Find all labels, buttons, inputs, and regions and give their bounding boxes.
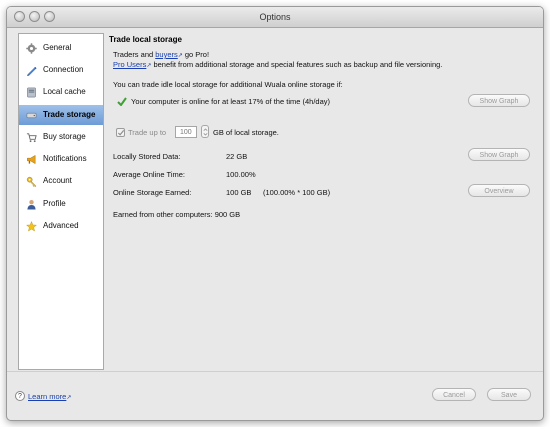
avg-online-value: 100.00% <box>226 170 256 179</box>
sidebar-item-label: Local cache <box>43 87 86 96</box>
checkbox-check-icon <box>117 129 125 136</box>
stepper-arrows-icon <box>203 128 208 136</box>
online-status-text: Your computer is online for at least 17%… <box>131 97 330 106</box>
pro-line: Pro Users↗ benefit from additional stora… <box>113 60 442 69</box>
pro-suffix: benefit from additional storage and spec… <box>151 60 443 69</box>
sidebar-item-notifications[interactable]: Notifications <box>19 149 103 169</box>
sidebar: General Connection Local cache Trade sto… <box>18 33 104 370</box>
help-icon[interactable]: ? <box>15 391 25 401</box>
trade-unit-label: GB of local storage. <box>213 128 279 137</box>
title-bar: Options <box>7 7 543 28</box>
star-icon <box>26 221 37 232</box>
person-icon <box>27 200 36 210</box>
overview-button[interactable]: Overview <box>468 184 530 197</box>
sidebar-item-label: Advanced <box>43 221 79 230</box>
storage-icon <box>26 112 37 119</box>
save-button[interactable]: Save <box>487 388 531 401</box>
earned-other-text: Earned from other computers: 900 GB <box>113 210 241 219</box>
sidebar-item-account[interactable]: Account <box>19 171 103 191</box>
trade-up-to-label: Trade up to <box>128 128 167 137</box>
cancel-button[interactable]: Cancel <box>432 388 476 401</box>
online-earned-label: Online Storage Earned: <box>113 188 192 197</box>
pen-icon <box>27 66 37 76</box>
sidebar-item-local-cache[interactable]: Local cache <box>19 82 103 102</box>
buyers-link[interactable]: buyers <box>155 50 178 59</box>
key-icon <box>26 176 37 187</box>
sidebar-item-label: Trade storage <box>43 110 96 119</box>
sidebar-item-label: Connection <box>43 65 84 74</box>
intro-suffix: go Pro! <box>182 50 210 59</box>
show-graph-button-2[interactable]: Show Graph <box>468 148 530 161</box>
options-window: Options General Connection Local cache T… <box>6 6 544 421</box>
trade-amount-stepper[interactable] <box>201 125 209 138</box>
sidebar-item-label: Notifications <box>43 154 87 163</box>
intro-prefix: Traders and <box>113 50 156 59</box>
sidebar-item-trade-storage[interactable]: Trade storage <box>19 105 103 125</box>
drive-icon <box>27 87 36 98</box>
megaphone-icon <box>27 154 36 165</box>
sidebar-item-advanced[interactable]: Advanced <box>19 216 103 236</box>
sidebar-item-label: Profile <box>43 199 66 208</box>
checkmark-icon <box>117 97 127 106</box>
locally-stored-label: Locally Stored Data: <box>113 152 181 161</box>
intro-line: Traders and buyers↗ go Pro! <box>113 50 209 59</box>
sidebar-item-connection[interactable]: Connection <box>19 60 103 80</box>
gear-icon <box>26 43 37 54</box>
panel-title: Trade local storage <box>109 35 182 44</box>
sidebar-item-general[interactable]: General <box>19 38 103 58</box>
sidebar-item-label: General <box>43 43 72 52</box>
window-title: Options <box>259 12 291 22</box>
trade-condition-text: You can trade idle local storage for add… <box>113 80 343 89</box>
cart-icon <box>26 133 37 143</box>
footer-separator <box>7 371 543 372</box>
sidebar-item-label: Buy storage <box>43 132 86 141</box>
show-graph-button[interactable]: Show Graph <box>468 94 530 107</box>
sidebar-item-label: Account <box>43 176 72 185</box>
online-earned-formula: (100.00% * 100 GB) <box>263 188 331 197</box>
external-link-icon: ↗ <box>66 395 72 401</box>
trade-up-to-checkbox[interactable] <box>116 128 125 137</box>
learn-more-row: Learn more↗ <box>28 392 71 401</box>
trade-amount-field[interactable]: 100 <box>175 126 197 138</box>
learn-more-link[interactable]: Learn more <box>28 392 66 401</box>
locally-stored-value: 22 GB <box>226 152 248 161</box>
avg-online-label: Average Online Time: <box>113 170 185 179</box>
pro-users-link[interactable]: Pro Users <box>113 60 146 69</box>
online-earned-value: 100 GB <box>226 188 252 197</box>
sidebar-item-buy-storage[interactable]: Buy storage <box>19 127 103 147</box>
sidebar-item-profile[interactable]: Profile <box>19 194 103 214</box>
